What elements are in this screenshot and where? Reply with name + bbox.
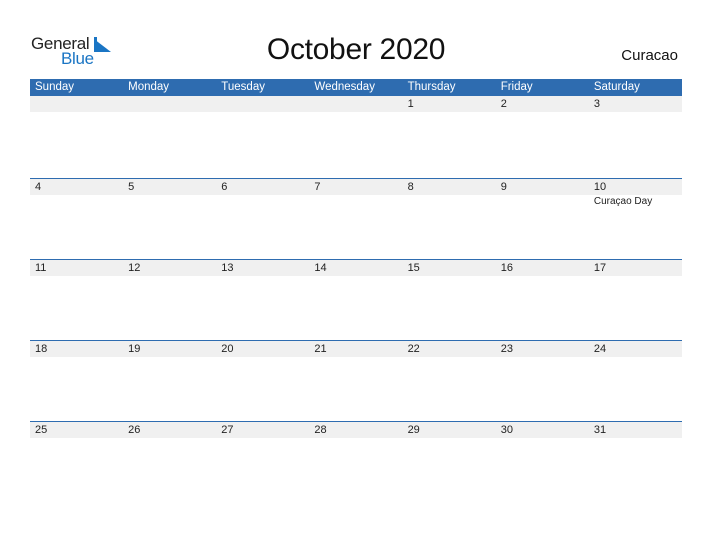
weekday-header: Saturday: [593, 81, 640, 93]
day-number: 2: [500, 98, 507, 110]
week-row: 25 26 27 28 29 30 31: [30, 421, 682, 502]
day-number: 7: [314, 181, 321, 193]
day-number: 6: [221, 181, 228, 193]
holiday-event: [309, 195, 402, 208]
day-number: 8: [407, 181, 414, 193]
country-label: Curacao: [621, 47, 678, 64]
holiday-event: [496, 195, 589, 208]
week-row: 18 19 20 21 22 23 24: [30, 340, 682, 421]
day-number: 3: [593, 98, 600, 110]
calendar-grid: Sunday Monday Tuesday Wednesday Thursday…: [30, 79, 682, 502]
week-row: 11 12 13 14 15 16 17: [30, 259, 682, 340]
day-number: 11: [35, 262, 47, 274]
day-number: 24: [593, 343, 607, 355]
day-number: 18: [35, 343, 48, 355]
holiday-event: Curaçao Day: [593, 196, 653, 207]
day-number: [216, 96, 309, 112]
events-row: Curaçao Day: [30, 195, 682, 208]
holiday-event: [216, 195, 309, 208]
day-number: 25: [35, 424, 48, 436]
holiday-event: [30, 195, 123, 208]
weekday-header: Wednesday: [314, 81, 375, 93]
day-number: 28: [314, 424, 327, 436]
day-number: [123, 96, 216, 112]
weekday-header: Tuesday: [221, 81, 265, 93]
day-number: 12: [128, 262, 141, 274]
date-strip: 1 2 3: [30, 96, 682, 112]
day-number: [30, 96, 123, 112]
weekday-header: Friday: [500, 81, 533, 93]
day-number: 17: [593, 262, 607, 274]
day-number: 21: [314, 343, 327, 355]
day-number: 14: [314, 262, 327, 274]
weekday-header: Sunday: [35, 81, 75, 93]
day-number: 5: [128, 181, 135, 193]
date-strip: 18 19 20 21 22 23 24: [30, 341, 682, 357]
day-number: 27: [221, 424, 234, 436]
day-number: 30: [500, 424, 513, 436]
day-number: 20: [221, 343, 234, 355]
date-strip: 25 26 27 28 29 30 31: [30, 422, 682, 438]
day-number: 22: [407, 343, 420, 355]
holiday-event: [123, 195, 216, 208]
weekday-header-row: Sunday Monday Tuesday Wednesday Thursday…: [30, 79, 682, 96]
day-number: 1: [407, 98, 414, 110]
week-row: 4 5 6 7 8 9 10 Curaçao Day: [30, 178, 682, 259]
weekday-header: Monday: [128, 81, 170, 93]
weekday-header: Thursday: [407, 81, 456, 93]
day-number: [309, 96, 402, 112]
date-strip: 11 12 13 14 15 16 17: [30, 260, 682, 276]
day-number: 29: [407, 424, 420, 436]
week-row: 1 2 3: [30, 96, 682, 178]
day-number: 26: [128, 424, 141, 436]
day-number: 16: [500, 262, 513, 274]
holiday-event: [403, 195, 496, 208]
day-number: 23: [500, 343, 513, 355]
day-number: 4: [35, 181, 42, 193]
date-strip: 4 5 6 7 8 9 10: [30, 179, 682, 195]
day-number: 9: [500, 181, 507, 193]
day-number: 13: [221, 262, 234, 274]
day-number: 19: [128, 343, 141, 355]
calendar-title: October 2020: [266, 33, 446, 66]
day-number: 10: [593, 181, 607, 193]
day-number: 31: [593, 424, 607, 436]
day-number: 15: [407, 262, 420, 274]
